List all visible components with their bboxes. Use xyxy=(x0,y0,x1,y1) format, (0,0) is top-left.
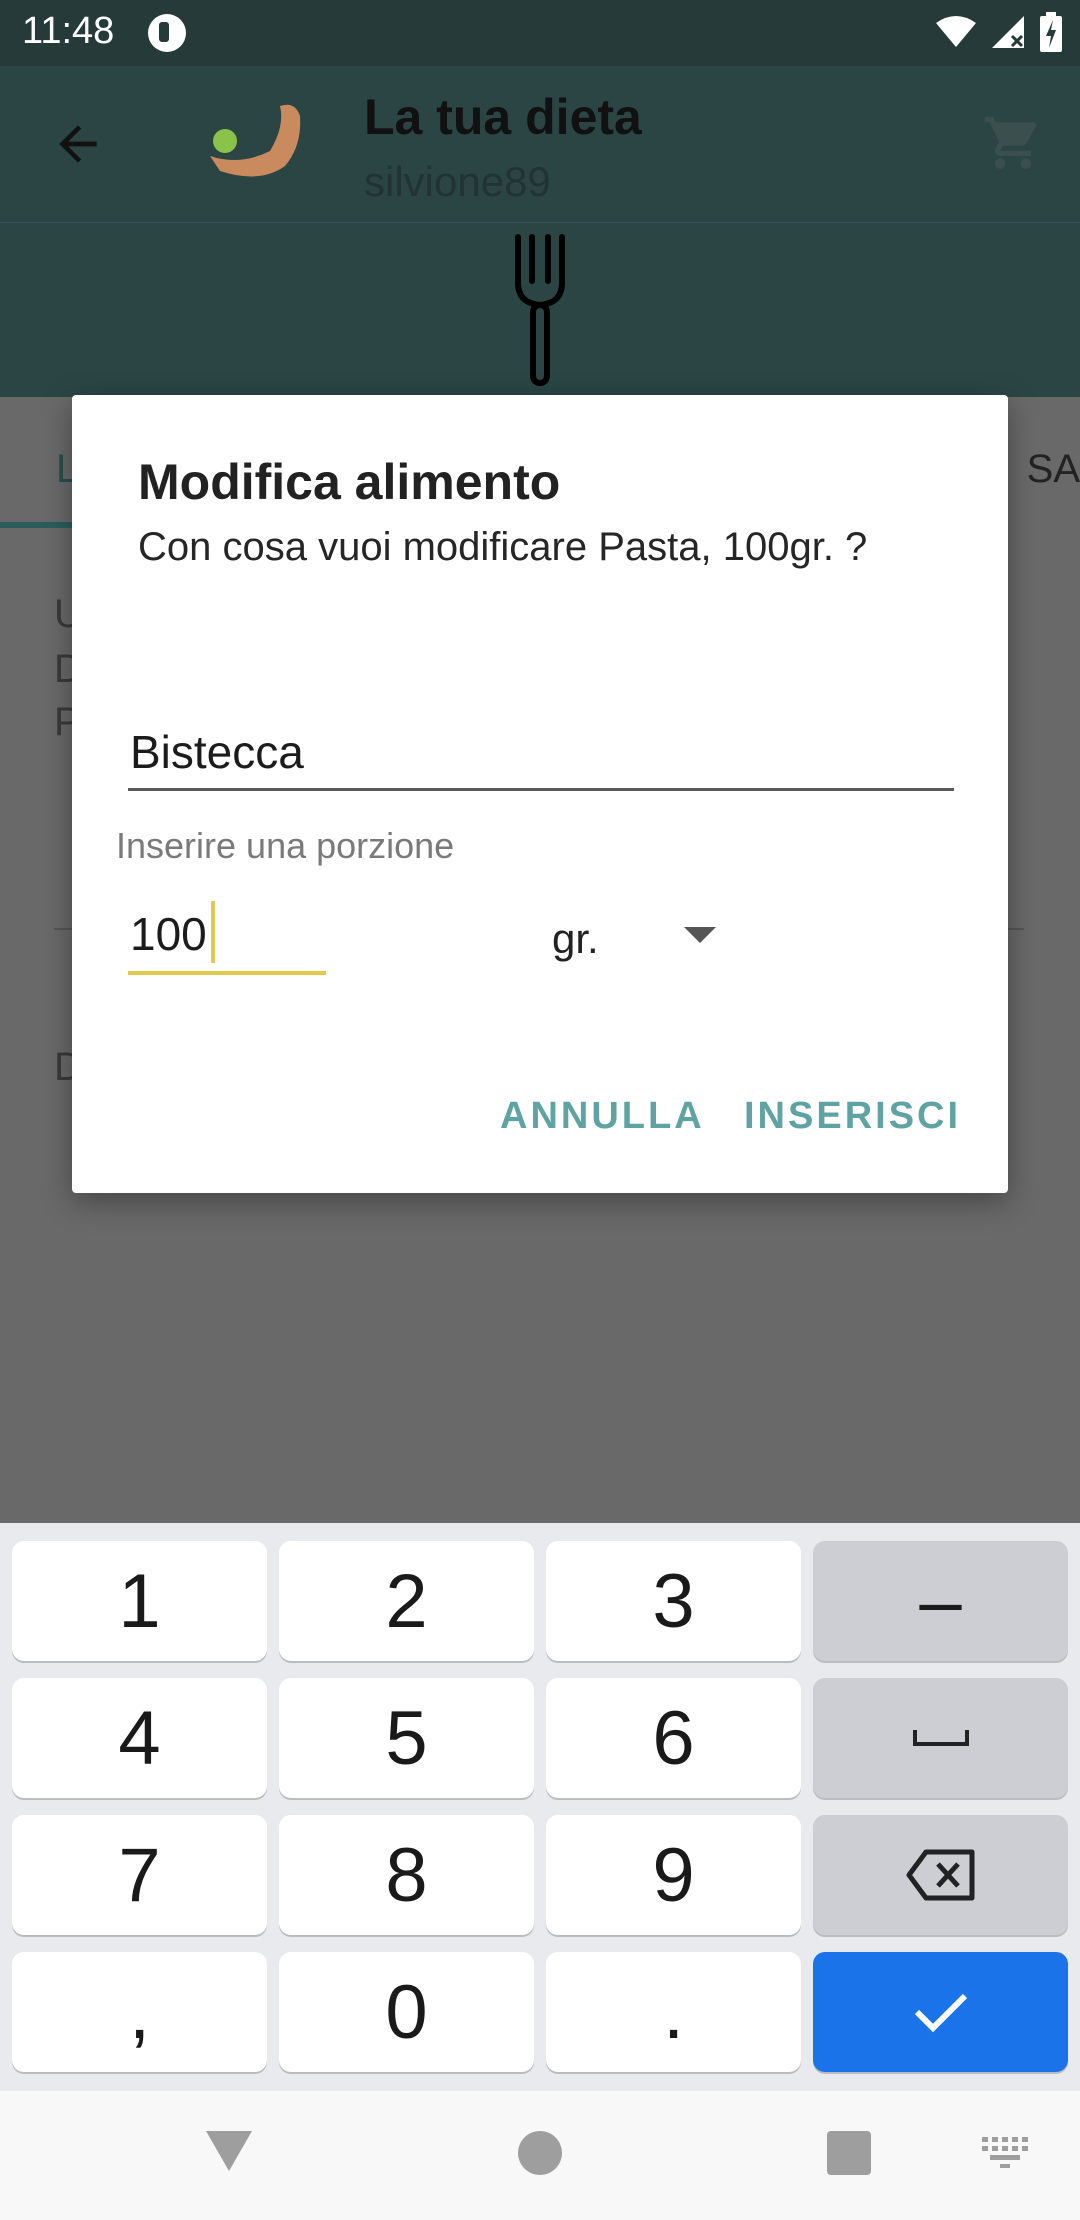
status-icons xyxy=(936,12,1062,52)
wifi-icon xyxy=(936,16,976,47)
edit-food-dialog: Modifica alimento Con cosa vuoi modifica… xyxy=(72,395,1008,1193)
meal-header xyxy=(0,222,1080,397)
key-2[interactable]: 2 xyxy=(279,1541,534,1661)
status-time: 11:48 xyxy=(22,10,115,52)
fork-icon xyxy=(515,234,565,386)
key-minus[interactable]: – xyxy=(813,1541,1068,1661)
nav-recents-icon[interactable] xyxy=(827,2131,871,2175)
cart-icon[interactable] xyxy=(982,112,1044,174)
portion-label: Inserire una porzione xyxy=(116,825,455,866)
key-7[interactable]: 7 xyxy=(12,1815,267,1935)
nav-home-icon[interactable] xyxy=(518,2131,562,2175)
key-3[interactable]: 3 xyxy=(546,1541,801,1661)
cell-signal-icon xyxy=(992,16,1024,48)
unit-selected-value: gr. xyxy=(552,915,599,962)
page-title: La tua dieta xyxy=(364,89,642,145)
numeric-keyboard: 1 2 3 – 4 5 6 7 8 9 , 0 . xyxy=(0,1523,1080,2091)
nav-back-icon[interactable] xyxy=(206,2131,252,2171)
key-0[interactable]: 0 xyxy=(279,1952,534,2072)
key-comma[interactable]: , xyxy=(12,1952,267,2072)
keyboard-switch-icon[interactable] xyxy=(982,2137,1028,2169)
key-done[interactable] xyxy=(813,1952,1068,2072)
battery-charging-icon xyxy=(1040,12,1062,52)
food-name-input[interactable] xyxy=(128,715,954,791)
key-8[interactable]: 8 xyxy=(279,1815,534,1935)
app-logo-icon xyxy=(210,104,301,177)
username: silvione89 xyxy=(364,158,551,205)
dialog-title: Modifica alimento xyxy=(138,454,561,510)
tab-right-fragment: SA xyxy=(1026,447,1080,491)
key-4[interactable]: 4 xyxy=(12,1678,267,1798)
key-space[interactable] xyxy=(813,1678,1068,1798)
notification-app-icon xyxy=(148,14,186,52)
unit-dropdown[interactable]: gr. xyxy=(552,905,752,975)
text-cursor xyxy=(211,901,215,963)
status-bar: 11:48 xyxy=(0,0,1080,66)
space-bar-icon xyxy=(912,1730,969,1746)
key-5[interactable]: 5 xyxy=(279,1678,534,1798)
checkmark-icon xyxy=(914,1993,967,2033)
cancel-button[interactable]: ANNULLA xyxy=(500,1095,705,1138)
backspace-icon xyxy=(906,1849,974,1901)
system-nav-bar xyxy=(0,2091,1080,2220)
key-9[interactable]: 9 xyxy=(546,1815,801,1935)
portion-quantity-input[interactable] xyxy=(128,897,326,975)
dropdown-arrow-icon xyxy=(684,927,716,943)
dialog-message: Con cosa vuoi modificare Pasta, 100gr. ? xyxy=(138,525,868,569)
back-arrow-icon[interactable] xyxy=(50,116,106,172)
key-period[interactable]: . xyxy=(546,1952,801,2072)
app-toolbar: La tua dieta silvione89 xyxy=(0,66,1080,222)
insert-button[interactable]: INSERISCI xyxy=(744,1095,961,1138)
key-backspace[interactable] xyxy=(813,1815,1068,1935)
key-1[interactable]: 1 xyxy=(12,1541,267,1661)
key-6[interactable]: 6 xyxy=(546,1678,801,1798)
